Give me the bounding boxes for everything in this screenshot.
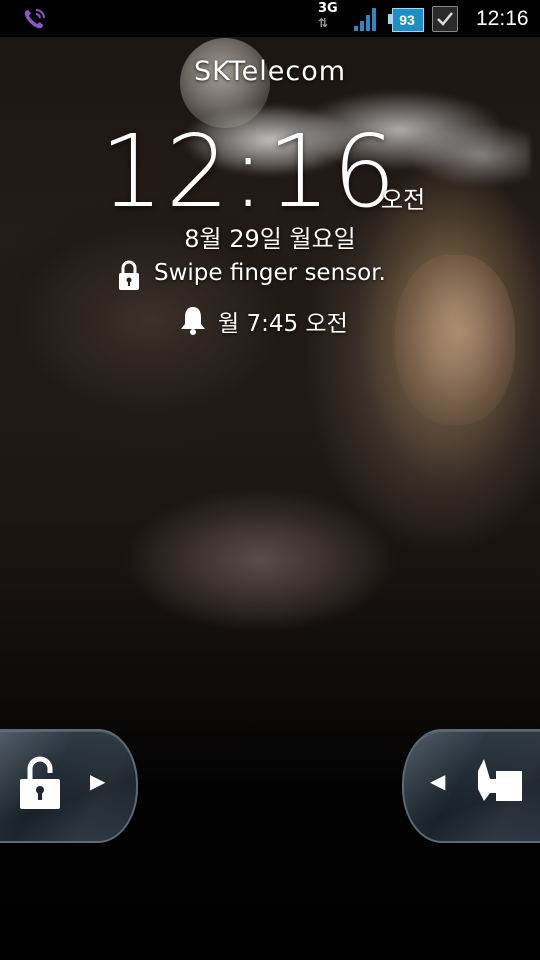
data-activity-icon: ⇅ bbox=[318, 16, 328, 30]
sound-tab[interactable]: ◀ bbox=[402, 729, 540, 843]
network-type-label: 3G bbox=[318, 1, 338, 16]
status-bar-time: 12:16 bbox=[476, 7, 529, 30]
next-alarm-text: 월 7:45 오전 bbox=[218, 311, 348, 337]
viber-call-icon bbox=[22, 7, 48, 31]
sound-arrow-icon: ◀ bbox=[430, 769, 446, 793]
sound-icon bbox=[476, 757, 526, 813]
lock-clock: 12:16 bbox=[100, 113, 399, 230]
unlock-hint-text: Swipe finger sensor. bbox=[154, 260, 386, 286]
task-check-icon bbox=[432, 6, 458, 32]
battery-level: 93 bbox=[399, 12, 415, 28]
lock-icon bbox=[117, 260, 141, 292]
clock-ampm: 오전 bbox=[381, 186, 426, 214]
unlock-tab[interactable]: ▶ bbox=[0, 729, 138, 843]
unlock-arrow-icon: ▶ bbox=[90, 769, 106, 793]
lock-screen: 3G ⇅ 93 12:16 SKTelecom 12:16 오전 8월 29일 … bbox=[0, 0, 540, 960]
lock-date: 8월 29일 월요일 bbox=[184, 225, 356, 253]
bell-icon bbox=[178, 304, 208, 336]
unlock-icon bbox=[20, 755, 60, 811]
network-type-indicator: 3G ⇅ bbox=[318, 2, 344, 34]
signal-icon bbox=[353, 6, 379, 32]
carrier-name: SKTelecom bbox=[193, 56, 347, 87]
next-alarm: 월 7:45 오전 bbox=[176, 302, 396, 338]
status-bar: 3G ⇅ 93 12:16 bbox=[0, 0, 540, 37]
unlock-hint: Swipe finger sensor. bbox=[112, 258, 452, 294]
